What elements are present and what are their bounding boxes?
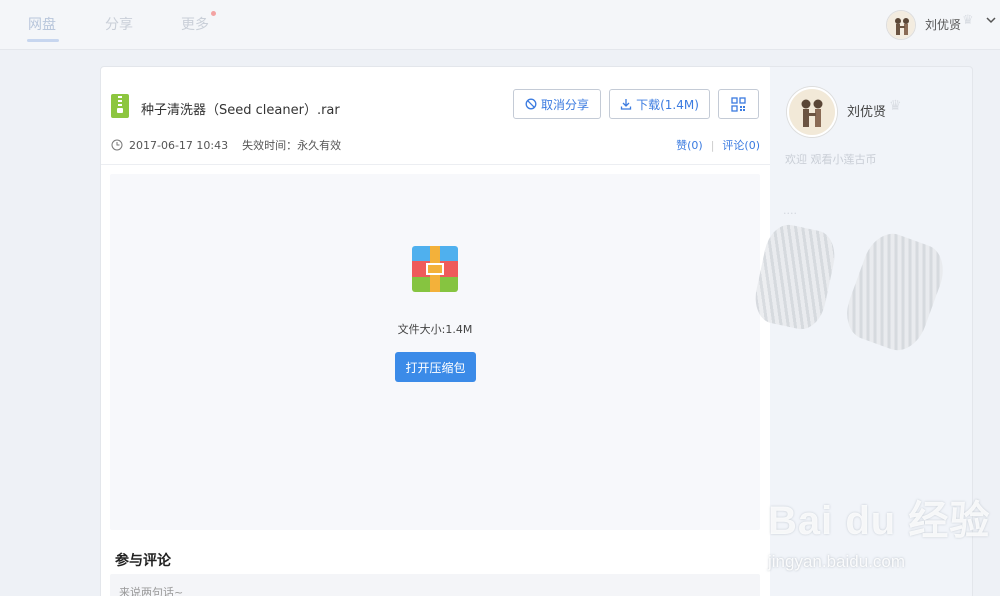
divider	[101, 164, 772, 165]
archive-icon	[412, 246, 458, 292]
avatar[interactable]	[787, 87, 837, 137]
crown-icon: ♛	[889, 98, 902, 114]
clock-icon	[111, 139, 123, 151]
zip-file-icon	[111, 94, 129, 118]
open-archive-button[interactable]: 打开压缩包	[395, 352, 476, 382]
qr-code-button[interactable]	[718, 89, 759, 119]
download-icon	[620, 98, 632, 110]
social-actions: 赞(0) | 评论(0)	[676, 137, 760, 153]
welcome-text: 欢迎 观看小莲古币	[785, 153, 877, 166]
baidu-watermark: Bai du 经验	[768, 499, 991, 543]
qr-code-icon	[731, 96, 746, 112]
download-label: 下载(1.4M)	[636, 97, 699, 112]
faint-text: ....	[783, 204, 797, 217]
file-size: 文件大小:1.4M	[397, 323, 473, 336]
avatar[interactable]	[886, 10, 916, 40]
share-time: 2017-06-17 10:43	[129, 138, 229, 152]
username[interactable]: 刘优贤	[925, 16, 961, 33]
side-username[interactable]: 刘优贤	[847, 101, 886, 120]
active-tab-indicator	[27, 39, 59, 42]
top-navigation-bar: 网盘 分享 更多 刘优贤 ♛	[0, 0, 1000, 50]
separator: |	[710, 138, 715, 152]
comment-input[interactable]: 来说两句话~	[110, 574, 760, 596]
smudge-mark	[838, 226, 952, 358]
file-name: 种子清洗器（Seed cleaner）.rar	[141, 103, 340, 118]
watermark-url: jingyan.baidu.com	[768, 552, 906, 571]
cancel-share-label: 取消分享	[540, 97, 589, 112]
download-button[interactable]: 下载(1.4M)	[609, 89, 710, 119]
chevron-down-icon[interactable]	[985, 14, 997, 26]
share-detail-card: 种子清洗器（Seed cleaner）.rar 取消分享 下载(1.4M) 20…	[100, 66, 773, 596]
ban-icon	[525, 98, 537, 110]
comment-link[interactable]: 评论(0)	[722, 137, 760, 153]
tab-share[interactable]: 分享	[105, 14, 133, 34]
notification-dot	[211, 11, 216, 16]
crown-icon: ♛	[962, 13, 974, 28]
comment-section-title: 参与评论	[115, 553, 171, 569]
share-meta: 2017-06-17 10:43 失效时间：永久有效	[111, 137, 341, 153]
expire-time: 失效时间：永久有效	[242, 139, 342, 152]
file-preview-area: 文件大小:1.4M 打开压缩包	[110, 174, 760, 530]
tab-more[interactable]: 更多	[181, 14, 209, 34]
like-link[interactable]: 赞(0)	[676, 137, 703, 153]
cancel-share-button[interactable]: 取消分享	[513, 89, 601, 119]
tab-netdisk[interactable]: 网盘	[28, 14, 56, 34]
